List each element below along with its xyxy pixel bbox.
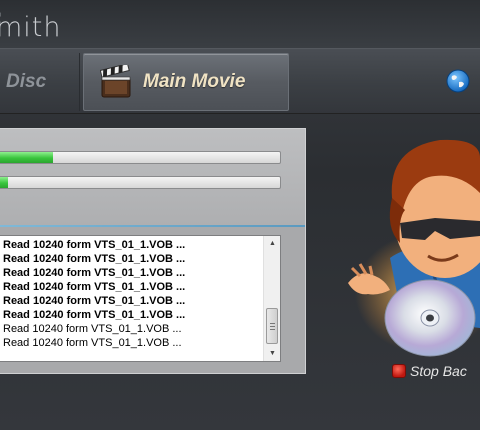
globe-icon[interactable] [445,68,471,94]
app-title: p mith [0,10,62,43]
stop-icon [392,364,406,378]
thumb-grip [270,329,275,330]
mascot-illustration [348,139,480,357]
log-listbox[interactable]: Read 10240 form VTS_01_1.VOB ... Read 102… [0,235,281,362]
panel-divider [0,225,305,227]
thumb-grip [270,323,275,324]
clapperboard-icon [100,65,131,98]
log-lines: Read 10240 form VTS_01_1.VOB ... Read 102… [3,238,261,350]
panel-header [0,129,305,225]
thumb-grip [270,326,275,327]
log-line: Read 10240 form VTS_01_1.VOB ... [3,239,186,251]
overall-progress-fill [0,152,54,163]
stop-backup-label: Stop Bac [410,363,467,379]
scroll-thumb[interactable] [266,308,278,344]
log-line: Read 10240 form VTS_01_1.VOB ... [3,267,186,279]
tab-main-movie-label: Main Movie [143,71,246,92]
scroll-up-arrow[interactable]: ▲ [269,240,276,248]
log-line: Read 10240 form VTS_01_1.VOB ... [3,281,186,293]
app-title-small: p [0,10,3,20]
log-line: Read 10240 form VTS_01_1.VOB ... [3,295,186,307]
log-line: Read 10240 form VTS_01_1.VOB ... [3,309,186,321]
log-scrollbar[interactable]: ▲ ▼ [263,236,280,361]
overall-progress-bar [0,151,281,164]
log-line: Read 10240 form VTS_01_1.VOB ... [3,323,182,335]
scroll-down-arrow[interactable]: ▼ [269,350,276,358]
title-bar: p mith [0,0,480,48]
current-progress-bar [0,176,281,189]
app-title-text: mith [0,12,62,43]
log-line: Read 10240 form VTS_01_1.VOB ... [3,253,186,265]
tab-disc-label: Disc [6,71,47,92]
stop-backup-button[interactable]: Stop Bac [392,362,480,380]
current-progress-fill [0,177,9,188]
toolbar: Disc Main Movie [0,48,480,114]
tab-disc[interactable]: Disc [0,53,80,111]
log-line: Read 10240 form VTS_01_1.VOB ... [3,337,182,349]
progress-panel: Read 10240 form VTS_01_1.VOB ... Read 102… [0,128,306,374]
tab-main-movie[interactable]: Main Movie [83,53,289,111]
